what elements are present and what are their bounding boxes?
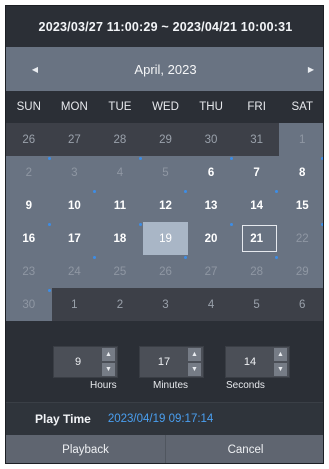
calendar-day[interactable]: 2 (6, 156, 52, 189)
calendar-day[interactable]: 29 (279, 255, 323, 288)
left-arrow-icon[interactable]: ◀ (26, 60, 44, 78)
calendar-day[interactable]: 30 (6, 288, 52, 321)
weekday-thu: THU (199, 101, 223, 113)
minutes-value[interactable]: 17 (140, 347, 188, 377)
calendar-day-next-month[interactable]: 2 (97, 288, 143, 321)
calendar-day-with-recording[interactable]: 20 (188, 222, 234, 255)
calendar-day-with-recording[interactable]: 9 (6, 189, 52, 222)
weekday-sat: SAT (291, 101, 313, 113)
seconds-down-arrow-icon[interactable]: ▼ (274, 363, 287, 376)
calendar-day-next-month[interactable]: 3 (142, 288, 189, 321)
minutes-spinner[interactable]: 17 ▲ ▼ (139, 346, 204, 378)
calendar-day-with-recording[interactable]: 11 (97, 189, 143, 222)
calendar-day[interactable]: 25 (97, 255, 143, 288)
calendar-day-with-recording[interactable]: 10 (51, 189, 98, 222)
calendar-day[interactable]: 4 (97, 156, 143, 189)
month-navigation-bar: ◀ April, 2023 ▶ (6, 47, 323, 91)
hours-spinner[interactable]: 9 ▲ ▼ (53, 346, 118, 378)
calendar-day[interactable]: 28 (233, 255, 280, 288)
play-time-value: 2023/04/19 09:17:14 (107, 413, 214, 425)
calendar-day-with-recording[interactable]: 8 (279, 156, 323, 189)
minutes-label: Minutes (153, 380, 189, 391)
hours-label: Hours (90, 380, 117, 391)
hours-down-arrow-icon[interactable]: ▼ (102, 363, 115, 376)
recording-marker-icon (184, 256, 188, 259)
minutes-up-arrow-icon[interactable]: ▲ (188, 348, 201, 361)
calendar-day-with-recording[interactable]: 18 (97, 222, 143, 255)
recording-range: 2023/03/27 11:00:29 ~ 2023/04/21 10:00:3… (6, 6, 323, 47)
calendar-day-next-month[interactable]: 5 (233, 288, 280, 321)
time-selector: 9 ▲ ▼ Hours 17 ▲ ▼ Minutes 14 ▲ ▼ Second… (6, 321, 323, 402)
calendar-day-with-recording[interactable]: 16 (6, 222, 52, 255)
calendar-day-prev-month[interactable]: 26 (6, 123, 52, 156)
calendar-day[interactable]: 26 (142, 255, 189, 288)
weekday-wed: WED (152, 101, 179, 113)
recording-marker-icon (93, 190, 97, 193)
calendar-day-prev-month[interactable]: 30 (188, 123, 234, 156)
calendar-day-with-recording[interactable]: 17 (51, 222, 98, 255)
calendar-day-with-recording[interactable]: 6 (188, 156, 234, 189)
seconds-value[interactable]: 14 (226, 347, 274, 377)
recording-marker-icon (229, 157, 233, 160)
cancel-button[interactable]: Cancel (165, 435, 323, 463)
recording-range-text: 2023/03/27 11:00:29 ~ 2023/04/21 10:00:3… (38, 19, 293, 34)
playback-date-picker-dialog: 2023/03/27 11:00:29 ~ 2023/04/21 10:00:3… (5, 5, 324, 464)
calendar-day-with-recording[interactable]: 7 (233, 156, 280, 189)
calendar-day[interactable]: 27 (188, 255, 234, 288)
recording-marker-icon (47, 157, 51, 160)
calendar-day-highlighted[interactable]: 21 (233, 222, 280, 255)
calendar-day-selected[interactable]: 19 (142, 222, 189, 255)
calendar-day[interactable]: 23 (6, 255, 52, 288)
weekday-header: SUN MON TUE WED THU FRI SAT (6, 91, 323, 123)
calendar-day[interactable]: 24 (51, 255, 98, 288)
recording-marker-icon (184, 190, 188, 193)
minutes-down-arrow-icon[interactable]: ▼ (188, 363, 201, 376)
playback-button[interactable]: Playback (6, 435, 165, 463)
calendar-day[interactable]: 3 (51, 156, 98, 189)
recording-marker-icon (321, 223, 323, 226)
recording-marker-icon (275, 256, 279, 259)
calendar-day-with-recording[interactable]: 13 (188, 189, 234, 222)
weekday-sun: SUN (16, 101, 41, 113)
weekday-fri: FRI (247, 101, 266, 113)
hours-value[interactable]: 9 (54, 347, 102, 377)
calendar-day-prev-month[interactable]: 28 (97, 123, 143, 156)
calendar-day[interactable]: 1 (279, 123, 323, 156)
calendar-day-prev-month[interactable]: 27 (51, 123, 98, 156)
recording-marker-icon (47, 223, 51, 226)
calendar-day-with-recording[interactable]: 15 (279, 189, 323, 222)
play-time-label: Play Time (35, 412, 91, 426)
recording-marker-icon (93, 256, 97, 259)
right-arrow-icon[interactable]: ▶ (302, 60, 320, 78)
calendar-day-next-month[interactable]: 6 (279, 288, 323, 321)
calendar-day-prev-month[interactable]: 29 (142, 123, 189, 156)
recording-marker-icon (47, 289, 51, 292)
month-label: April, 2023 (134, 61, 197, 77)
recording-marker-icon (138, 223, 142, 226)
play-time-bar: Play Time 2023/04/19 09:17:14 (6, 402, 323, 435)
hours-up-arrow-icon[interactable]: ▲ (102, 348, 115, 361)
calendar-day-with-recording[interactable]: 14 (233, 189, 280, 222)
dialog-actions: Playback Cancel (6, 435, 323, 463)
weekday-tue: TUE (108, 101, 132, 113)
calendar-grid: 26 27 28 29 30 31 1 2 3 4 5 6 7 8 9 10 1… (6, 123, 323, 321)
seconds-up-arrow-icon[interactable]: ▲ (274, 348, 287, 361)
calendar-day-prev-month[interactable]: 31 (233, 123, 280, 156)
calendar-day[interactable]: 22 (279, 222, 323, 255)
seconds-spinner[interactable]: 14 ▲ ▼ (225, 346, 290, 378)
calendar-day-with-recording[interactable]: 12 (142, 189, 189, 222)
calendar-day-next-month[interactable]: 1 (51, 288, 98, 321)
recording-marker-icon (275, 190, 279, 193)
recording-marker-icon (138, 157, 142, 160)
seconds-label: Seconds (226, 380, 265, 391)
calendar-day[interactable]: 5 (142, 156, 189, 189)
recording-marker-icon (229, 223, 233, 226)
recording-marker-icon (321, 157, 323, 160)
weekday-mon: MON (60, 101, 88, 113)
calendar-day-next-month[interactable]: 4 (188, 288, 234, 321)
